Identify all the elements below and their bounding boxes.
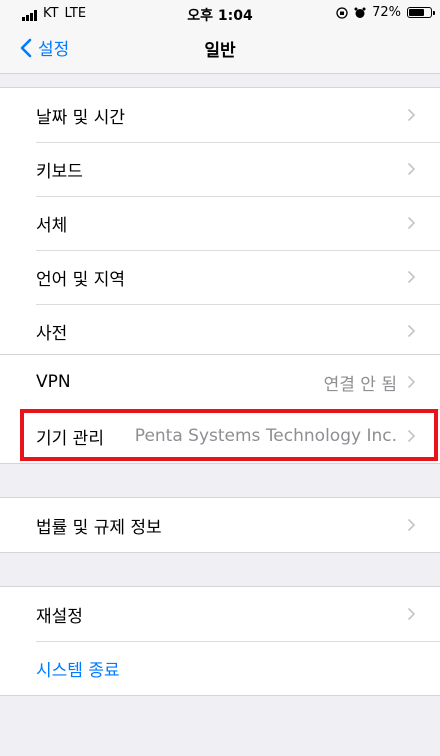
chevron-right-icon [407, 518, 416, 532]
battery-percent: 72% [372, 5, 401, 20]
settings-group-reset: 재설정 시스템 종료 [0, 586, 440, 696]
chevron-right-icon [407, 162, 416, 176]
battery-icon [407, 7, 435, 18]
row-reset[interactable]: 재설정 [0, 587, 440, 641]
chevron-right-icon [407, 108, 416, 122]
page-title: 일반 [204, 41, 236, 61]
row-label: 언어 및 지역 [36, 269, 126, 290]
row-label: 서체 [36, 215, 68, 236]
settings-group-vpn: VPN 연결 안 됨 기기 관리 Penta Systems Technolog… [0, 354, 440, 464]
row-language-region[interactable]: 언어 및 지역 [0, 250, 440, 304]
chevron-right-icon [407, 607, 416, 621]
navigation-bar: 설정 일반 [0, 26, 440, 74]
row-label: 날짜 및 시간 [36, 107, 126, 128]
row-device-management[interactable]: 기기 관리 Penta Systems Technology Inc. [0, 409, 440, 463]
row-label: 법률 및 규제 정보 [36, 517, 162, 538]
settings-group-legal: 법률 및 규제 정보 [0, 497, 440, 553]
row-value: Penta Systems Technology Inc. [134, 426, 397, 446]
settings-group-datetime: 날짜 및 시간 키보드 서체 언어 및 지역 사전 [0, 87, 440, 359]
row-vpn[interactable]: VPN 연결 안 됨 [0, 355, 440, 409]
row-shut-down[interactable]: 시스템 종료 [0, 641, 440, 695]
chevron-right-icon [407, 270, 416, 284]
row-label: 재설정 [36, 606, 83, 627]
row-value: 연결 안 됨 [323, 374, 397, 395]
orientation-lock-icon [336, 6, 348, 19]
row-fonts[interactable]: 서체 [0, 196, 440, 250]
row-date-time[interactable]: 날짜 및 시간 [0, 88, 440, 142]
chevron-right-icon [407, 429, 416, 443]
status-icons: 72% [336, 5, 435, 20]
row-legal-regulatory[interactable]: 법률 및 규제 정보 [0, 498, 440, 552]
shut-down-button[interactable]: 시스템 종료 [36, 656, 120, 681]
row-label: 키보드 [36, 161, 83, 182]
status-bar: KT LTE 오후 1:04 72% [0, 0, 440, 26]
row-label: 기기 관리 [36, 428, 104, 449]
row-dictionary[interactable]: 사전 [0, 304, 440, 358]
row-label: 사전 [36, 323, 68, 344]
chevron-right-icon [407, 375, 416, 389]
row-label: VPN [36, 372, 71, 392]
row-keyboard[interactable]: 키보드 [0, 142, 440, 196]
chevron-right-icon [407, 216, 416, 230]
alarm-icon [354, 7, 366, 18]
chevron-right-icon [407, 324, 416, 338]
